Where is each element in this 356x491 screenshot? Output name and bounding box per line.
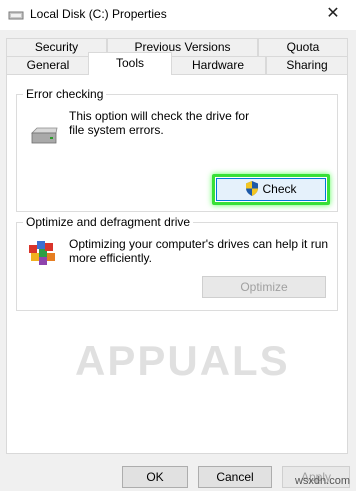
tab-sharing[interactable]: Sharing — [266, 56, 348, 74]
error-checking-label: Error checking — [23, 87, 107, 101]
tab-tools[interactable]: Tools — [88, 52, 172, 75]
site-watermark: wsxdn.com — [294, 475, 350, 487]
drive-icon — [8, 11, 24, 20]
optimize-button[interactable]: Optimize — [202, 276, 326, 298]
check-button[interactable]: Check — [216, 178, 326, 201]
optimize-description: Optimizing your computer's drives can he… — [69, 237, 329, 265]
error-checking-group: Error checking This option will check th… — [16, 87, 338, 212]
tab-general[interactable]: General — [6, 56, 90, 74]
window-title: Local Disk (C:) Properties — [30, 7, 167, 21]
dialog-client: Security Previous Versions Quota General… — [0, 30, 356, 491]
optimize-label: Optimize and defragment drive — [23, 215, 194, 229]
cancel-button[interactable]: Cancel — [198, 466, 272, 488]
tab-quota[interactable]: Quota — [258, 38, 348, 56]
appuals-watermark: APPUALS — [75, 337, 290, 384]
drive-icon — [31, 127, 58, 144]
error-checking-description: This option will check the drive for fil… — [69, 109, 250, 137]
optimize-group: Optimize and defragment drive Optimizing… — [16, 215, 338, 311]
shield-icon — [246, 181, 259, 196]
ok-button[interactable]: OK — [122, 466, 188, 488]
check-button-label: Check — [262, 182, 297, 196]
title-bar: Local Disk (C:) Properties ✕ — [0, 0, 356, 30]
defrag-icon — [29, 241, 55, 265]
close-button[interactable]: ✕ — [310, 0, 356, 30]
tab-hardware[interactable]: Hardware — [170, 56, 266, 74]
tools-panel: Error checking This option will check th… — [6, 74, 348, 454]
